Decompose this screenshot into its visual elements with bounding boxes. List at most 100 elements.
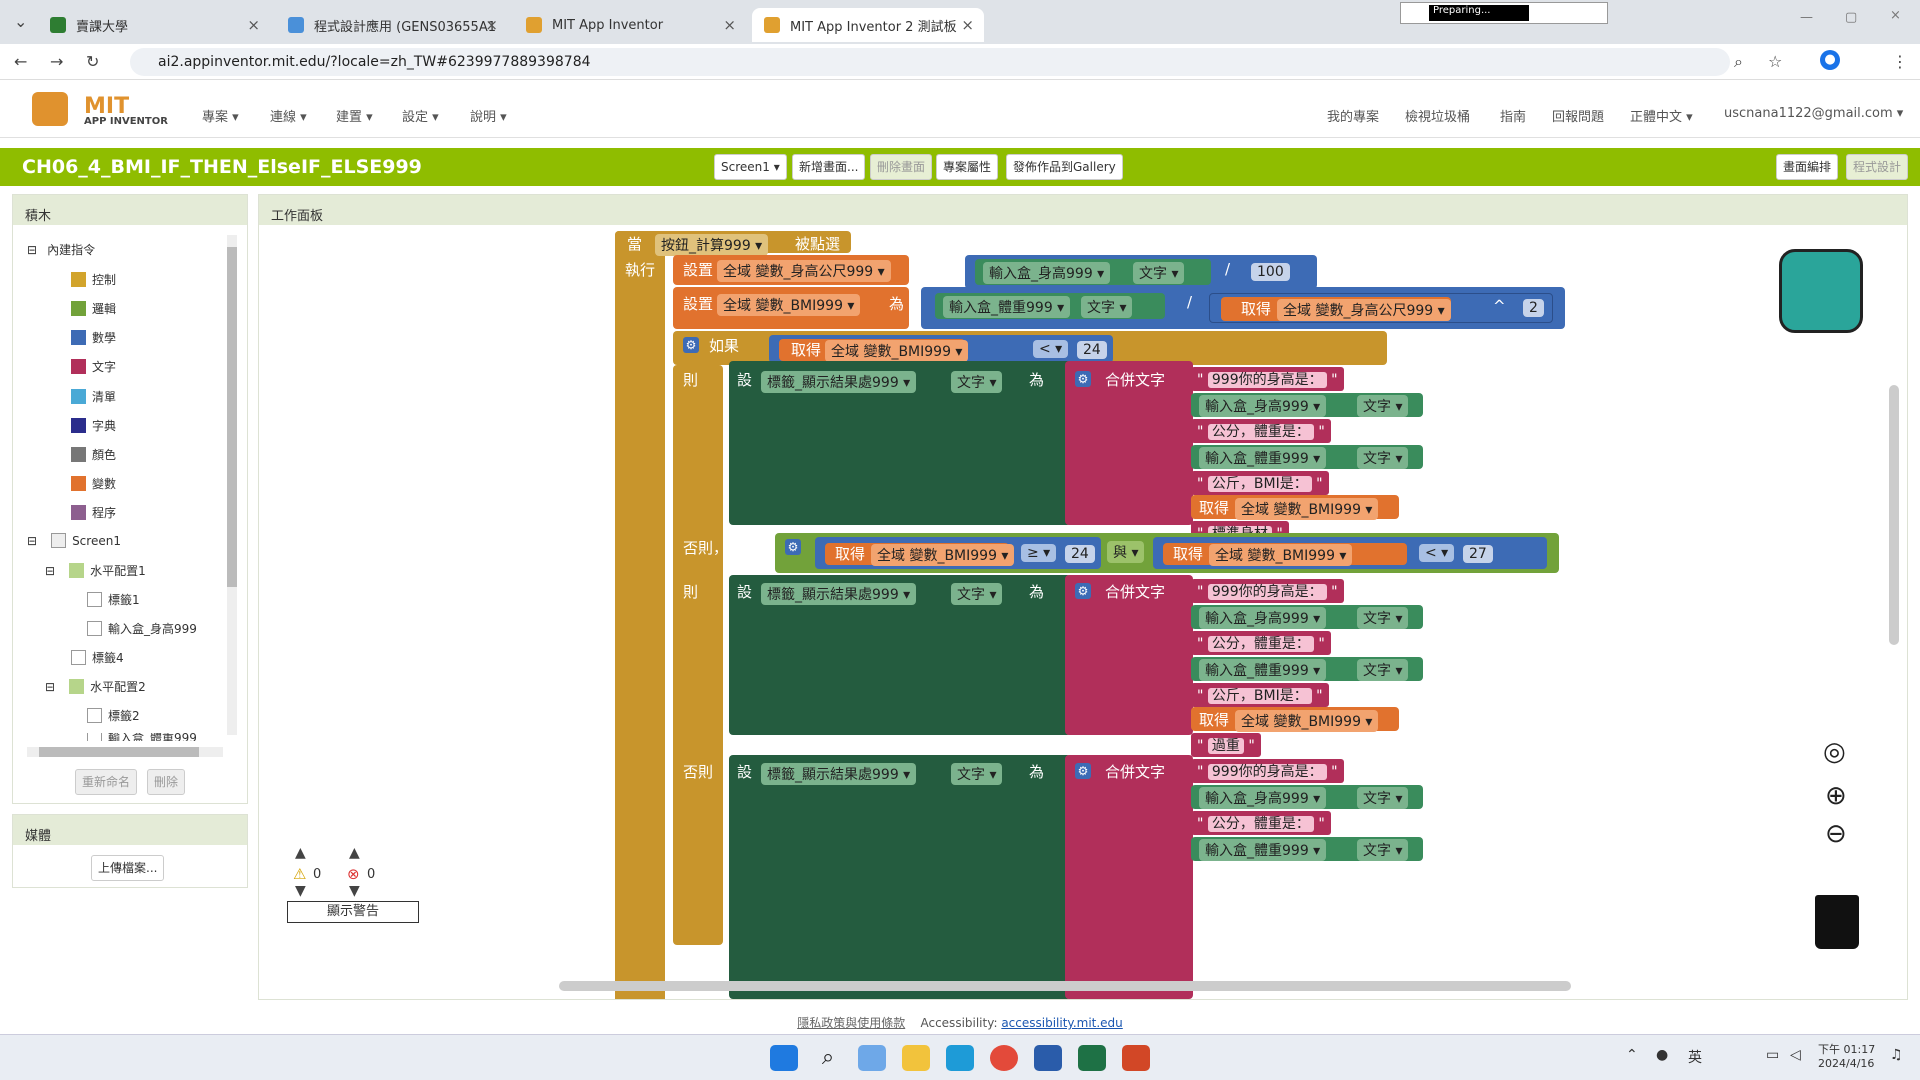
canvas-hscrollbar[interactable] xyxy=(559,981,1571,991)
collapse-icon[interactable]: ⊟ xyxy=(45,680,55,694)
close-icon[interactable]: × xyxy=(485,16,498,34)
and-operator-dropdown[interactable]: 與 ▾ xyxy=(1107,541,1145,563)
upload-file-button[interactable]: 上傳檔案... xyxy=(91,855,165,881)
text-prop-dropdown[interactable]: 文字 ▾ xyxy=(1081,296,1133,318)
minimize-icon[interactable]: — xyxy=(1800,10,1813,25)
close-icon[interactable]: × xyxy=(247,16,260,34)
set-label-block[interactable] xyxy=(729,755,1071,999)
menu-connect[interactable]: 連線 ▾ xyxy=(270,106,307,125)
event-block-body[interactable] xyxy=(615,231,665,999)
project-properties-button[interactable]: 專案屬性 xyxy=(936,154,999,180)
string-block[interactable]: " 999你的身高是： " xyxy=(1191,759,1344,783)
global-height-dropdown[interactable]: 全域 變數_身高公尺999 ▾ xyxy=(1277,299,1451,321)
global-bmi-dropdown[interactable]: 全域 變數_BMI999 ▾ xyxy=(871,544,1015,566)
height-input-dropdown[interactable]: 輸入盒_身高999 ▾ xyxy=(1199,395,1327,417)
tray-chevron-icon[interactable]: ⌃ xyxy=(1626,1047,1638,1063)
rename-button[interactable]: 重新命名 xyxy=(75,769,138,795)
browser-tab[interactable]: 賣課大學 × xyxy=(38,8,270,42)
label-dropdown[interactable]: 標籤_顯示結果處999 ▾ xyxy=(761,763,917,785)
warning-down-icon[interactable]: ▼ xyxy=(295,883,306,899)
tree-hscrollbar[interactable] xyxy=(27,747,223,757)
ime-indicator[interactable]: 英 xyxy=(1688,1047,1702,1067)
browser-menu-icon[interactable]: ⋮ xyxy=(1892,52,1908,71)
string-block[interactable]: " 過重 " xyxy=(1191,733,1261,757)
component-node[interactable]: ⊟ 水平配置1 xyxy=(45,562,146,579)
search-icon[interactable]: ⌕ xyxy=(814,1045,842,1071)
warning-up-icon[interactable]: ▲ xyxy=(295,845,306,861)
gear-icon[interactable]: ⚙ xyxy=(785,539,801,555)
add-screen-button[interactable]: 新增畫面... xyxy=(792,154,866,180)
view-trash-link[interactable]: 檢視垃圾桶 xyxy=(1405,106,1470,125)
global-bmi-dropdown[interactable]: 全域 變數_BMI999 ▾ xyxy=(1235,498,1379,520)
global-bmi-dropdown[interactable]: 全域 變數_BMI999 ▾ xyxy=(825,340,969,362)
profile-avatar[interactable]: ● xyxy=(1820,50,1840,70)
browser-tab-active[interactable]: MIT App Inventor 2 測試板 × xyxy=(752,8,984,42)
drawer-logic[interactable]: 邏輯 xyxy=(71,300,116,317)
height-input-dropdown[interactable]: 輸入盒_身高999 ▾ xyxy=(1199,607,1327,629)
if-block-spine[interactable] xyxy=(673,365,723,945)
drawer-dictionary[interactable]: 字典 xyxy=(71,417,116,434)
back-icon[interactable]: ← xyxy=(14,52,27,71)
weight-input-dropdown[interactable]: 輸入盒_體重999 ▾ xyxy=(1199,659,1327,681)
network-icon[interactable]: ▭ xyxy=(1766,1047,1779,1063)
powerpoint-icon[interactable] xyxy=(1122,1045,1150,1071)
join-block[interactable] xyxy=(1065,755,1193,999)
collapse-icon[interactable]: ⊟ xyxy=(27,243,37,257)
text-prop-dropdown[interactable]: 文字 ▾ xyxy=(1357,839,1409,861)
text-prop-dropdown[interactable]: 文字 ▾ xyxy=(1357,395,1409,417)
guide-link[interactable]: 指南 xyxy=(1500,106,1526,125)
my-projects-link[interactable]: 我的專案 xyxy=(1327,106,1379,125)
text-prop-dropdown[interactable]: 文字 ▾ xyxy=(1133,262,1185,284)
global-bmi-dropdown[interactable]: 全域 變數_BMI999 ▾ xyxy=(1209,544,1353,566)
string-block[interactable]: " 公分，體重是： " xyxy=(1191,631,1331,655)
drawer-variables[interactable]: 變數 xyxy=(71,475,116,492)
global-height-dropdown[interactable]: 全域 變數_身高公尺999 ▾ xyxy=(717,260,891,282)
start-icon[interactable] xyxy=(770,1045,798,1071)
number-27[interactable]: 27 xyxy=(1463,545,1493,563)
report-issue-link[interactable]: 回報問題 xyxy=(1552,106,1604,125)
string-block[interactable]: " 公斤，BMI是： " xyxy=(1191,471,1329,495)
word-icon[interactable] xyxy=(1034,1045,1062,1071)
menu-settings[interactable]: 設定 ▾ xyxy=(402,106,439,125)
browser-tab[interactable]: 程式設計應用 (GENS03655A1 × xyxy=(276,8,508,42)
gear-icon[interactable]: ⚙ xyxy=(1075,763,1091,779)
publish-gallery-button[interactable]: 發佈作品到Gallery xyxy=(1006,154,1123,180)
screen-selector[interactable]: Screen1 ▾ xyxy=(714,154,787,180)
bookmark-icon[interactable]: ☆ xyxy=(1768,52,1782,71)
copilot-icon[interactable] xyxy=(858,1045,886,1071)
string-block[interactable]: " 公分，體重是： " xyxy=(1191,419,1331,443)
blocks-button[interactable]: 程式設計 xyxy=(1846,154,1909,180)
edge-icon[interactable] xyxy=(946,1045,974,1071)
global-bmi-dropdown[interactable]: 全域 變數_BMI999 ▾ xyxy=(717,294,861,316)
designer-button[interactable]: 畫面編排 xyxy=(1776,154,1839,180)
string-block[interactable]: " 999你的身高是： " xyxy=(1191,579,1344,603)
label-dropdown[interactable]: 標籤_顯示結果處999 ▾ xyxy=(761,583,917,605)
global-bmi-dropdown[interactable]: 全域 變數_BMI999 ▾ xyxy=(1235,710,1379,732)
string-block[interactable]: " 公分，體重是： " xyxy=(1191,811,1331,835)
drawer-procedures[interactable]: 程序 xyxy=(71,504,116,521)
drawer-control[interactable]: 控制 xyxy=(71,271,116,288)
clock-date[interactable]: 2024/4/16 xyxy=(1818,1057,1874,1070)
error-up-icon[interactable]: ▲ xyxy=(349,845,360,861)
weight-input-dropdown[interactable]: 輸入盒_體重999 ▾ xyxy=(943,296,1071,318)
component-node[interactable]: ⊟ 水平配置2 xyxy=(45,678,146,695)
text-prop-dropdown[interactable]: 文字 ▾ xyxy=(1357,607,1409,629)
error-down-icon[interactable]: ▼ xyxy=(349,883,360,899)
zoom-icon[interactable]: ⌕ xyxy=(1734,52,1743,72)
screen-tree-node[interactable]: ⊟ Screen1 xyxy=(27,533,121,548)
string-block[interactable]: " 999你的身高是： " xyxy=(1191,367,1344,391)
component-node[interactable]: 標籤1 xyxy=(87,591,140,608)
height-input-dropdown[interactable]: 輸入盒_身高999 ▾ xyxy=(983,262,1111,284)
notification-icon[interactable]: ♫ xyxy=(1890,1047,1903,1063)
collapse-icon[interactable]: ⊟ xyxy=(45,564,55,578)
reload-icon[interactable]: ↻ xyxy=(86,52,99,71)
gear-icon[interactable]: ⚙ xyxy=(1075,583,1091,599)
drawer-math[interactable]: 數學 xyxy=(71,329,116,346)
menu-project[interactable]: 專案 ▾ xyxy=(202,106,239,125)
number-100[interactable]: 100 xyxy=(1251,263,1290,281)
accessibility-link[interactable]: accessibility.mit.edu xyxy=(1001,1016,1122,1030)
browser-tab[interactable]: MIT App Inventor × xyxy=(514,8,746,42)
close-icon[interactable]: × xyxy=(723,16,736,34)
language-menu[interactable]: 正體中文 ▾ xyxy=(1630,106,1693,125)
text-prop-dropdown[interactable]: 文字 ▾ xyxy=(1357,659,1409,681)
